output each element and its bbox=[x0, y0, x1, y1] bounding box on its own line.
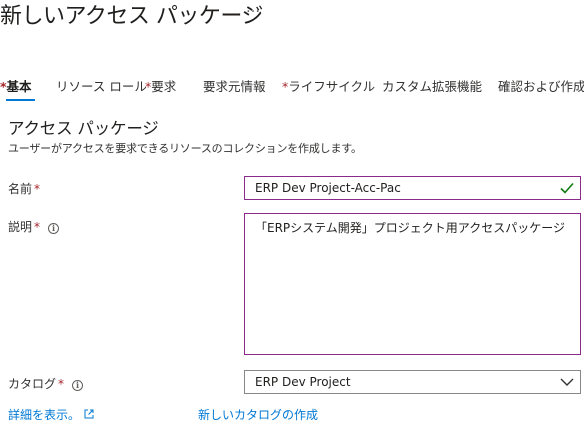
description-textarea-value: 「ERPシステム開発」プロジェクト用アクセスパッケージ bbox=[255, 221, 565, 235]
required-marker: * bbox=[34, 182, 41, 196]
tab-label: 確認および作成 bbox=[498, 79, 584, 94]
tab-lifecycle[interactable]: *ライフサイクル bbox=[282, 76, 375, 102]
active-tab-indicator bbox=[6, 99, 35, 101]
description-label: 説明 * i bbox=[8, 218, 60, 235]
chevron-down-icon bbox=[560, 378, 574, 386]
tab-resource-roles[interactable]: リソース ロール bbox=[56, 76, 147, 102]
tab-label: 要求元情報 bbox=[203, 79, 266, 94]
section-title: アクセス パッケージ bbox=[8, 119, 159, 138]
tab-custom-extensions[interactable]: カスタム拡張機能 bbox=[382, 76, 482, 102]
tab-label: カスタム拡張機能 bbox=[382, 79, 483, 94]
section-description: ユーザーがアクセスを要求できるリソースのコレクションを作成します。 bbox=[8, 142, 362, 155]
name-label: 名前 * bbox=[8, 180, 40, 197]
info-icon[interactable]: i bbox=[48, 223, 60, 234]
tab-label: 要求 bbox=[151, 79, 177, 94]
check-icon bbox=[560, 182, 574, 194]
tab-label: リソース ロール bbox=[56, 79, 147, 94]
tab-requestor-info[interactable]: 要求元情報 bbox=[203, 76, 266, 102]
catalog-label: カタログ * i bbox=[8, 375, 84, 392]
title-row: 新しいアクセス パッケージ … bbox=[0, 0, 584, 30]
view-details-link-text: 詳細を表示。 bbox=[8, 408, 81, 421]
description-textarea[interactable]: 「ERPシステム開発」プロジェクト用アクセスパッケージ bbox=[244, 213, 581, 355]
catalog-dropdown-value: ERP Dev Project bbox=[255, 375, 351, 389]
tab-review-create[interactable]: 確認および作成 bbox=[498, 76, 584, 102]
wizard-tabs: *基本 リソース ロール *要求 要求元情報 *ライフサイクル カスタム拡張機能… bbox=[0, 76, 584, 106]
name-label-text: 名前 bbox=[8, 182, 33, 196]
page-title: 新しいアクセス パッケージ bbox=[0, 4, 263, 29]
tab-label: 基本 bbox=[6, 79, 32, 94]
name-field-value: ERP Dev Project-Acc-Pac bbox=[255, 181, 401, 195]
required-marker: * bbox=[58, 377, 65, 391]
info-icon[interactable]: i bbox=[72, 380, 84, 391]
tab-label: ライフサイクル bbox=[288, 79, 376, 94]
name-field[interactable]: ERP Dev Project-Acc-Pac bbox=[244, 176, 581, 200]
more-options-button[interactable]: … bbox=[246, 0, 261, 16]
create-catalog-link[interactable]: 新しいカタログの作成 bbox=[198, 406, 318, 421]
view-details-link[interactable]: 詳細を表示。 bbox=[8, 406, 94, 421]
external-link-icon bbox=[84, 409, 94, 419]
tab-requests[interactable]: *要求 bbox=[145, 76, 176, 102]
required-marker: * bbox=[34, 220, 41, 234]
catalog-label-text: カタログ bbox=[8, 377, 57, 391]
catalog-dropdown[interactable]: ERP Dev Project bbox=[244, 370, 581, 394]
description-label-text: 説明 bbox=[8, 220, 33, 234]
